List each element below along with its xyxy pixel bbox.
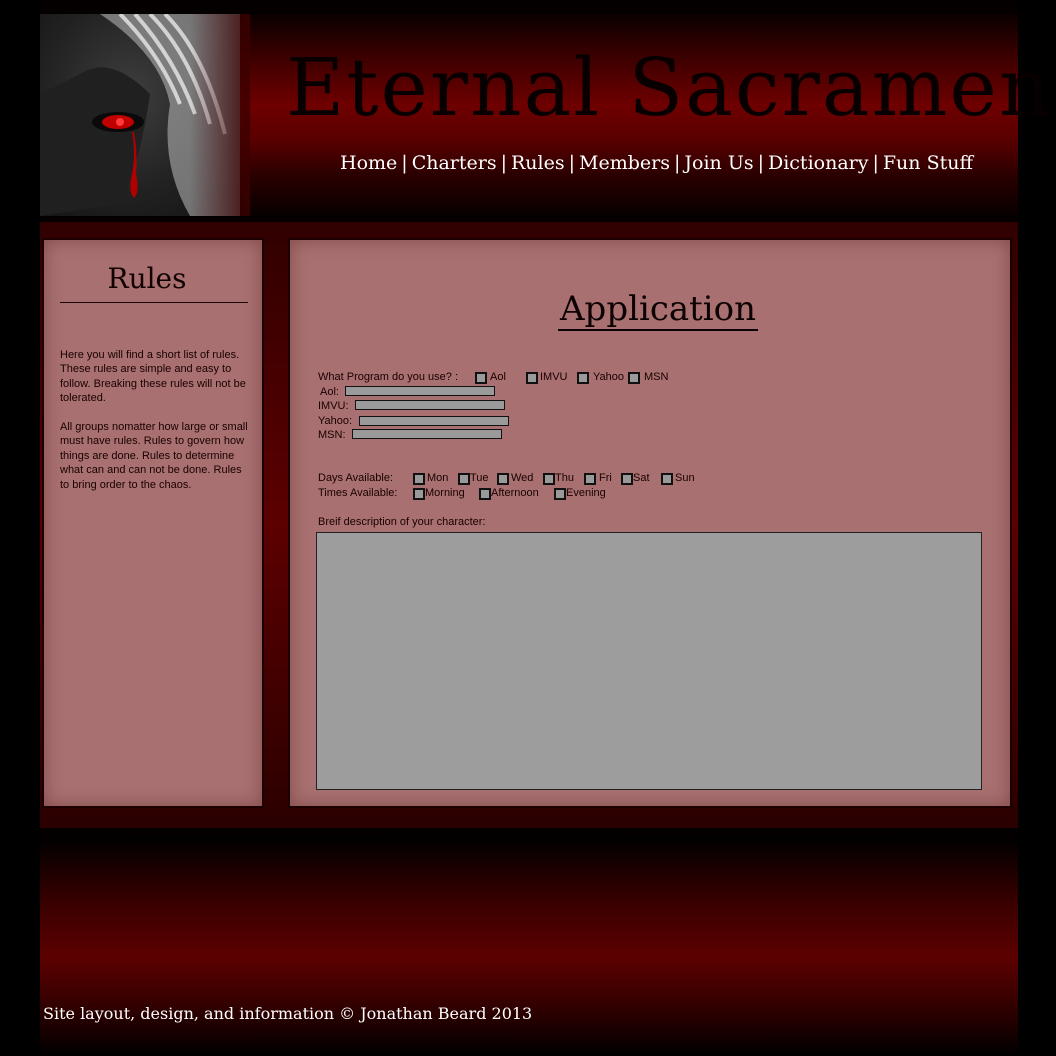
content-band: Rules Here you will find a short list of… [40, 222, 1018, 828]
day-fri-checkbox[interactable] [584, 473, 596, 485]
sidebar-panel: Rules Here you will find a short list of… [42, 238, 264, 808]
day-mon-label: Mon [427, 472, 449, 484]
day-mon-checkbox[interactable] [413, 473, 425, 485]
msn-handle-input[interactable] [352, 429, 502, 439]
character-description-textarea[interactable] [316, 532, 982, 790]
description-label: Breif description of your character: [318, 516, 486, 528]
times-available-label: Times Available: [318, 487, 398, 499]
nav-separator: | [401, 152, 408, 174]
time-afternoon-checkbox[interactable] [479, 488, 491, 500]
program-imvu-checkbox[interactable] [526, 372, 538, 384]
application-title: Application [558, 289, 759, 332]
time-afternoon-label: Afternoon [491, 487, 539, 499]
header-banner: Eternal Sacrament Home | Charters | Rules | Me… [40, 14, 1056, 216]
nav-separator: | [674, 152, 681, 174]
msn-handle-label: MSN: [318, 429, 346, 441]
day-sun-checkbox[interactable] [661, 473, 673, 485]
yahoo-handle-label: Yahoo: [318, 415, 353, 427]
time-morning-label: Morning [425, 487, 465, 499]
day-thu-label: Thu [555, 472, 574, 484]
imvu-handle-input[interactable] [355, 400, 505, 410]
day-fri-label: Fri [599, 472, 612, 484]
sidebar-divider [60, 302, 248, 303]
time-evening-label: Evening [566, 487, 606, 499]
day-tue-label: Tue [470, 472, 489, 484]
day-wed-label: Wed [511, 472, 534, 484]
program-msn-checkbox[interactable] [628, 372, 640, 384]
nav-fun-stuff[interactable]: Fun Stuff [883, 152, 973, 174]
footer: Site layout, design, and information © J… [40, 838, 1018, 1056]
program-aol-checkbox[interactable] [475, 372, 487, 384]
sidebar-title: Rules [107, 262, 187, 295]
copyright-text: Site layout, design, and information © J… [43, 1004, 533, 1023]
portrait-fade-overlay [190, 14, 250, 216]
site-title: Eternal Sacrament [286, 41, 1056, 134]
sidebar-paragraph-groups: All groups nomatter how large or small m… [60, 421, 248, 491]
nav-rules[interactable]: Rules [511, 152, 565, 174]
program-yahoo-checkbox[interactable] [577, 372, 589, 384]
day-sat-checkbox[interactable] [621, 473, 633, 485]
aol-handle-input[interactable] [345, 386, 495, 396]
program-yahoo-label: Yahoo [593, 371, 624, 383]
nav-separator: | [500, 152, 507, 174]
day-tue-checkbox[interactable] [458, 473, 470, 485]
nav-members[interactable]: Members [579, 152, 670, 174]
program-imvu-label: IMVU [540, 371, 568, 383]
program-msn-label: MSN [644, 371, 669, 383]
day-wed-checkbox[interactable] [497, 473, 509, 485]
days-available-label: Days Available: [318, 472, 394, 484]
program-question-label: What Program do you use? : [318, 371, 459, 383]
main-nav: Home | Charters | Rules | Members | Join Us | Dict… [340, 152, 1000, 174]
nav-join-us[interactable]: Join Us [684, 152, 753, 174]
nav-separator: | [757, 152, 764, 174]
imvu-handle-label: IMVU: [318, 400, 349, 412]
yahoo-handle-input[interactable] [359, 416, 509, 426]
nav-home[interactable]: Home [340, 152, 397, 174]
nav-separator: | [872, 152, 879, 174]
time-evening-checkbox[interactable] [554, 488, 566, 500]
nav-dictionary[interactable]: Dictionary [768, 152, 868, 174]
nav-charters[interactable]: Charters [412, 152, 497, 174]
aol-handle-label: Aol: [320, 386, 339, 398]
page-frame: Eternal Sacrament Home | Charters | Rules | Me… [40, 0, 1056, 1056]
day-sun-label: Sun [675, 472, 695, 484]
day-thu-checkbox[interactable] [543, 473, 555, 485]
program-aol-label: Aol [490, 371, 506, 383]
sidebar-paragraph-intro: Here you will find a short list of rules… [60, 349, 246, 405]
application-panel: Application What Program do you use? : A… [288, 238, 1012, 808]
time-morning-checkbox[interactable] [413, 488, 425, 500]
day-sat-label: Sat [633, 472, 650, 484]
nav-separator: | [568, 152, 576, 174]
